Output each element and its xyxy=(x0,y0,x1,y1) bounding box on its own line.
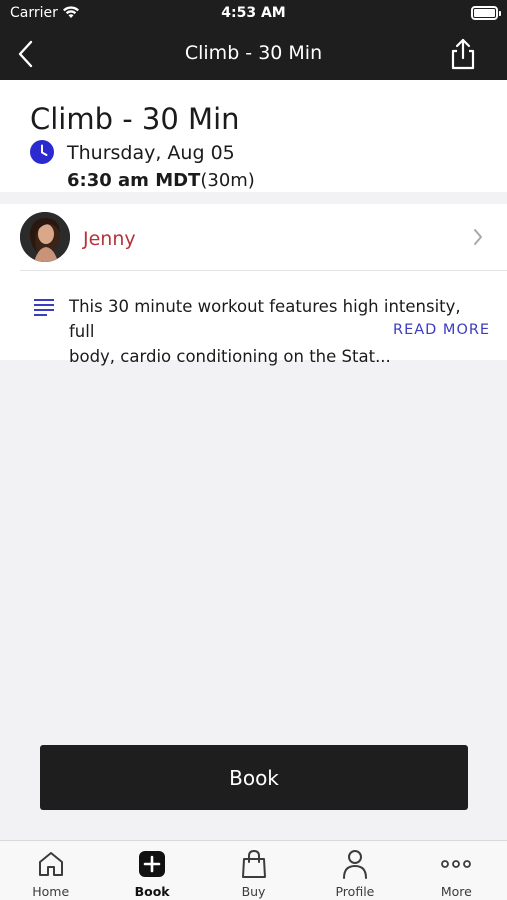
tab-buy[interactable]: Buy xyxy=(203,841,304,900)
class-start-time: 6:30 am MDT xyxy=(67,170,201,191)
tab-book[interactable]: Book xyxy=(101,841,202,900)
class-time-row: 6:30 am MDT(30m) xyxy=(67,170,255,191)
more-dots-icon xyxy=(441,849,472,879)
instructor-avatar xyxy=(20,212,70,262)
tab-label: Buy xyxy=(241,884,266,899)
navigation-bar: Climb - 30 Min xyxy=(0,28,507,80)
class-title: Climb - 30 Min xyxy=(30,102,240,136)
tab-more[interactable]: More xyxy=(406,841,507,900)
share-icon xyxy=(451,38,475,70)
class-date: Thursday, Aug 05 xyxy=(67,142,235,164)
status-time: 4:53 AM xyxy=(221,5,286,21)
read-more-link[interactable]: READ MORE xyxy=(393,322,490,338)
person-icon xyxy=(340,849,370,879)
tab-bar: Home Book Buy Profile More xyxy=(0,840,507,900)
tab-label: More xyxy=(440,884,472,899)
tab-label: Home xyxy=(32,884,70,899)
chevron-right-icon xyxy=(473,228,483,250)
book-button[interactable]: Book xyxy=(40,745,468,810)
plus-square-icon xyxy=(137,849,167,879)
tab-home[interactable]: Home xyxy=(0,841,101,900)
class-details-card: Jenny This 30 minute workout features hi… xyxy=(0,204,507,366)
class-header-card: Climb - 30 Min Thursday, Aug 05 6:30 am … xyxy=(0,80,507,192)
share-button[interactable] xyxy=(447,36,479,72)
shopping-bag-icon xyxy=(239,849,269,879)
nav-title: Climb - 30 Min xyxy=(184,42,323,64)
battery-icon xyxy=(471,6,501,20)
divider xyxy=(20,270,507,271)
home-icon xyxy=(36,849,66,879)
tab-label: Book xyxy=(134,884,170,899)
tab-label: Profile xyxy=(335,884,375,899)
clock-icon xyxy=(30,140,54,164)
status-bar: Carrier 4:53 AM xyxy=(0,0,507,28)
instructor-row[interactable]: Jenny xyxy=(0,204,507,270)
tab-profile[interactable]: Profile xyxy=(304,841,405,900)
description-line-2: body, cardio conditioning on the Stat... xyxy=(69,347,391,366)
class-duration: (30m) xyxy=(200,170,255,191)
instructor-name: Jenny xyxy=(83,228,136,250)
description-lines-icon xyxy=(34,298,54,320)
